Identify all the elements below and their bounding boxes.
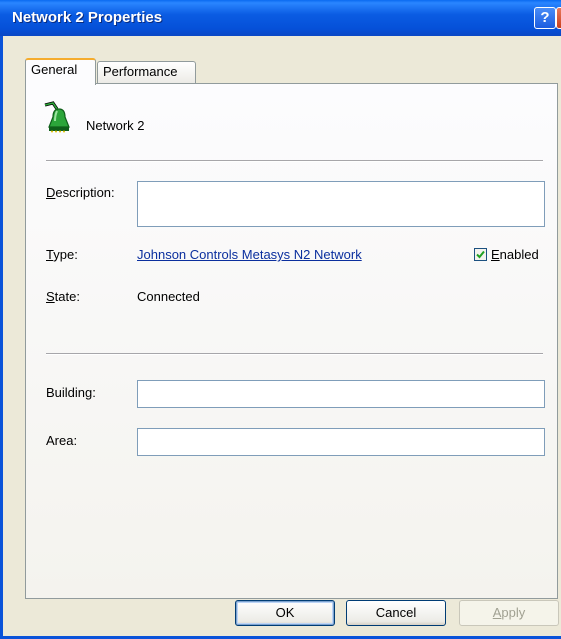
close-button[interactable]: X	[556, 7, 561, 29]
description-label: Description:	[46, 185, 115, 200]
tab-general-label: General	[31, 62, 78, 77]
ok-button[interactable]: OK	[235, 600, 335, 626]
tab-performance[interactable]: Performance	[97, 61, 196, 83]
cancel-button-label: Cancel	[375, 605, 417, 620]
type-link[interactable]: Johnson Controls Metasys N2 Network	[137, 247, 362, 262]
enabled-label[interactable]: Enabled	[491, 247, 539, 262]
window-title: Network 2 Properties	[12, 9, 163, 26]
title-bar[interactable]: Network 2 Properties ? X	[0, 0, 561, 36]
separator-top	[46, 160, 543, 162]
apply-button-label: Apply	[492, 605, 526, 620]
building-field[interactable]	[137, 380, 545, 408]
network-bell-icon	[44, 101, 70, 133]
state-value: Connected	[137, 289, 200, 304]
tab-general[interactable]: General	[25, 58, 96, 85]
checkmark-icon	[476, 250, 485, 259]
ok-button-label: OK	[275, 605, 295, 620]
area-field[interactable]	[137, 428, 545, 456]
help-button[interactable]: ?	[534, 7, 556, 29]
type-label: Type:	[46, 247, 78, 262]
area-label: Area:	[46, 433, 78, 448]
cancel-button[interactable]: Cancel	[346, 600, 446, 626]
apply-button[interactable]: Apply	[459, 600, 559, 626]
building-label: Building:	[46, 385, 96, 400]
help-icon: ?	[540, 9, 550, 26]
state-label: State:	[46, 289, 80, 304]
properties-window: Network 2 Properties ? X General Perform…	[0, 0, 561, 639]
network-name: Network 2	[86, 118, 145, 133]
description-field[interactable]	[137, 181, 545, 227]
separator-middle	[46, 353, 543, 355]
enabled-checkbox[interactable]	[474, 248, 487, 261]
general-panel: Network 2 Description: Type: Johnson Con…	[25, 83, 558, 599]
tab-performance-label: Performance	[103, 64, 178, 79]
